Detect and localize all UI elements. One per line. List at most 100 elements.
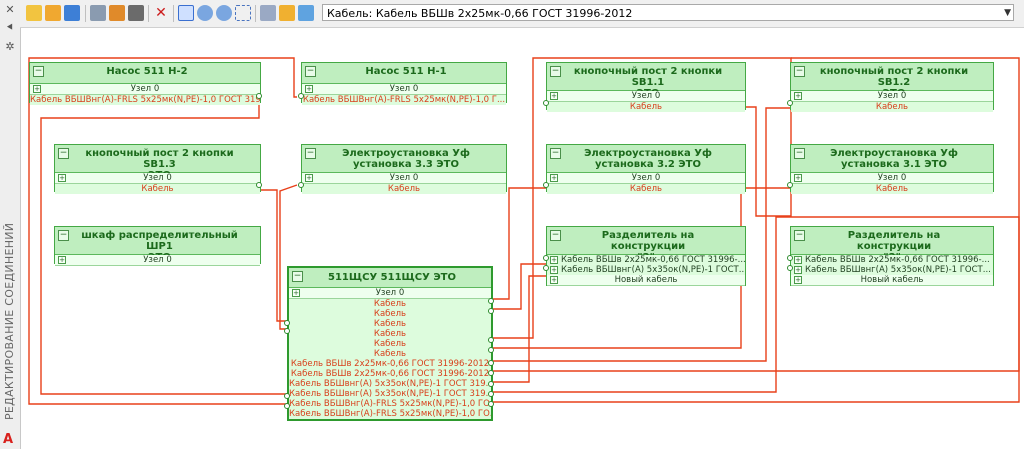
zoom-out-icon[interactable] xyxy=(216,5,232,21)
expand-icon[interactable]: + xyxy=(794,92,802,100)
node-uf31[interactable]: − Электроустановка Уф установка 3.1 ЭТО +… xyxy=(787,144,994,194)
connector-pin[interactable] xyxy=(488,337,494,343)
collapse-icon[interactable]: − xyxy=(292,271,303,282)
port-row[interactable]: + Узел 0 xyxy=(791,173,993,184)
expand-icon[interactable]: + xyxy=(550,256,558,264)
cable-row[interactable]: Кабель xyxy=(289,319,491,329)
port-row[interactable]: + Узел 0 xyxy=(302,173,506,184)
connector-pin[interactable] xyxy=(284,320,290,326)
connector-pin[interactable] xyxy=(256,93,262,99)
collapse-icon[interactable]: − xyxy=(58,148,69,159)
zoom-window-icon[interactable] xyxy=(235,5,251,21)
export-icon[interactable] xyxy=(298,5,314,21)
expand-icon[interactable]: + xyxy=(292,289,300,297)
connector-pin[interactable] xyxy=(488,347,494,353)
connector-pin[interactable] xyxy=(298,182,304,188)
zoom-fit-icon[interactable] xyxy=(178,5,194,21)
cable-row[interactable]: Кабель ВБШвнг(А) 5х35ок(N,PE)-1 ГОСТ 319… xyxy=(289,389,491,399)
add-icon[interactable]: + xyxy=(794,276,802,284)
connector-pin[interactable] xyxy=(787,182,793,188)
cable-row[interactable]: Кабель ВБШВнг(А)-FRLS 5х25мк(N,PE)-1,0 Г… xyxy=(302,95,506,105)
close-icon[interactable]: ✕ xyxy=(3,3,17,17)
port-row[interactable]: + Узел 0 xyxy=(547,91,745,102)
expand-icon[interactable]: + xyxy=(305,85,313,93)
expand-icon[interactable]: + xyxy=(58,256,66,264)
cable-row[interactable]: Кабель xyxy=(289,339,491,349)
connector-pin[interactable] xyxy=(488,401,494,407)
node-nasos-h1[interactable]: − Насос 511 Н-1 + Узел 0 Кабель ВБШВнг(А)-… xyxy=(298,62,507,105)
port-row[interactable]: + Узел 0 xyxy=(30,84,260,95)
connector-pin[interactable] xyxy=(256,182,262,188)
cable-row[interactable]: Кабель ВБШв 2х25мк-0,66 ГОСТ 31996-2012 xyxy=(289,369,491,379)
connector-pin[interactable] xyxy=(284,403,290,409)
cable-row[interactable]: Кабель xyxy=(289,329,491,339)
port-row[interactable]: + Узел 0 xyxy=(55,173,260,184)
expand-icon[interactable]: + xyxy=(58,174,66,182)
cable-row[interactable]: + Кабель ВБШвнг(А) 5х35ок(N,PE)-1 ГОСТ... xyxy=(547,265,745,275)
connector-pin[interactable] xyxy=(284,393,290,399)
collapse-icon[interactable]: − xyxy=(794,66,805,77)
cable-row[interactable]: Кабель xyxy=(289,299,491,309)
connector-pin[interactable] xyxy=(543,182,549,188)
collapse-icon[interactable]: − xyxy=(33,66,44,77)
link-icon[interactable] xyxy=(109,5,125,21)
collapse-icon[interactable]: − xyxy=(550,148,561,159)
chevron-down-icon[interactable]: ▼ xyxy=(1004,5,1011,22)
connector-pin[interactable] xyxy=(488,360,494,366)
connector-pin[interactable] xyxy=(543,265,549,271)
expand-icon[interactable]: + xyxy=(550,92,558,100)
connector-pin[interactable] xyxy=(787,100,793,106)
node-sb12[interactable]: −кнопочный пост 2 кнопки SB1.2 ЭТО +Узел… xyxy=(787,62,994,112)
cable-row[interactable]: Кабель xyxy=(302,184,506,194)
connector-pin[interactable] xyxy=(543,100,549,106)
node-sb11[interactable]: −кнопочный пост 2 кнопки SB1.1 ЭТО +Узел… xyxy=(543,62,746,112)
cable-row[interactable]: + Кабель ВБШвнг(А) 5х35ок(N,PE)-1 ГОСТ... xyxy=(791,265,993,275)
cable-row[interactable]: + Кабель ВБШв 2х25мк-0,66 ГОСТ 31996-... xyxy=(791,255,993,265)
expand-icon[interactable]: + xyxy=(550,174,558,182)
connector-pin[interactable] xyxy=(284,328,290,334)
collapse-icon[interactable]: − xyxy=(794,148,805,159)
cable-row[interactable]: Кабель ВБШВнг(А)-FRLS 5х25мк(N,PE)-1,0 Г… xyxy=(289,409,491,419)
save-icon[interactable] xyxy=(64,5,80,21)
node-razdelitel-1[interactable]: −Разделитель на конструкции "2". +Кабель… xyxy=(543,226,746,286)
delete-icon[interactable]: ✕ xyxy=(153,5,169,21)
node-nasos-h2[interactable]: − Насос 511 Н-2 + Узел 0 Кабель ВБШВнг(А)-… xyxy=(29,62,262,105)
cable-row[interactable]: Кабель xyxy=(791,102,993,112)
diagram-canvas[interactable]: − Насос 511 Н-2 + Узел 0 Кабель ВБШВнг(А)-… xyxy=(21,28,1024,449)
new-icon[interactable] xyxy=(26,5,42,21)
node-razdelitel-2[interactable]: −Разделитель на конструкции "2". +Кабель… xyxy=(787,226,994,286)
cable-row[interactable]: Кабель ВБШвнг(А) 5х35ок(N,PE)-1 ГОСТ 319… xyxy=(289,379,491,389)
expand-icon[interactable]: + xyxy=(794,256,802,264)
cable-row[interactable]: + Кабель ВБШв 2х25мк-0,66 ГОСТ 31996-... xyxy=(547,255,745,265)
connector-pin[interactable] xyxy=(787,255,793,261)
new-cable-row[interactable]: + Новый кабель xyxy=(547,275,745,286)
cable-row[interactable]: Кабель ВБШв 2х25мк-0,66 ГОСТ 31996-2012 xyxy=(289,359,491,369)
connector-pin[interactable] xyxy=(488,381,494,387)
collapse-icon[interactable]: − xyxy=(58,230,69,241)
cable-row[interactable]: Кабель xyxy=(289,349,491,359)
cable-select-dropdown[interactable]: Кабель: Кабель ВБШв 2х25мк-0,66 ГОСТ 319… xyxy=(322,4,1014,21)
add-icon[interactable]: + xyxy=(550,276,558,284)
collapse-icon[interactable]: − xyxy=(794,230,805,241)
new-cable-row[interactable]: + Новый кабель xyxy=(791,275,993,286)
port-row[interactable]: + Узел 0 xyxy=(55,255,260,266)
select-icon[interactable] xyxy=(90,5,106,21)
port-row[interactable]: + Узел 0 xyxy=(547,173,745,184)
connector-pin[interactable] xyxy=(488,308,494,314)
node-sb13[interactable]: −кнопочный пост 2 кнопки SB1.3 ЭТО +Узел… xyxy=(54,144,262,194)
connector-pin[interactable] xyxy=(488,298,494,304)
node-511shsu[interactable]: − 511ЩСУ 511ЩСУ ЭТО + Узел 0 Кабель Кабель… xyxy=(284,266,494,421)
expand-icon[interactable]: + xyxy=(794,266,802,274)
open-icon[interactable] xyxy=(45,5,61,21)
zoom-in-icon[interactable] xyxy=(197,5,213,21)
cable-row[interactable]: Кабель xyxy=(547,184,745,194)
collapse-icon[interactable]: − xyxy=(305,66,316,77)
cable-row[interactable]: Кабель ВБШВнг(А)-FRLS 5х25мк(N,PE)-1,0 Г… xyxy=(289,399,491,409)
collapse-icon[interactable]: − xyxy=(550,66,561,77)
cable-row[interactable]: Кабель xyxy=(289,309,491,319)
connector-pin[interactable] xyxy=(543,255,549,261)
cable-row[interactable]: Кабель xyxy=(55,184,260,194)
gear-icon[interactable]: ✲ xyxy=(3,40,17,54)
properties-icon[interactable] xyxy=(128,5,144,21)
collapse-icon[interactable]: − xyxy=(305,148,316,159)
